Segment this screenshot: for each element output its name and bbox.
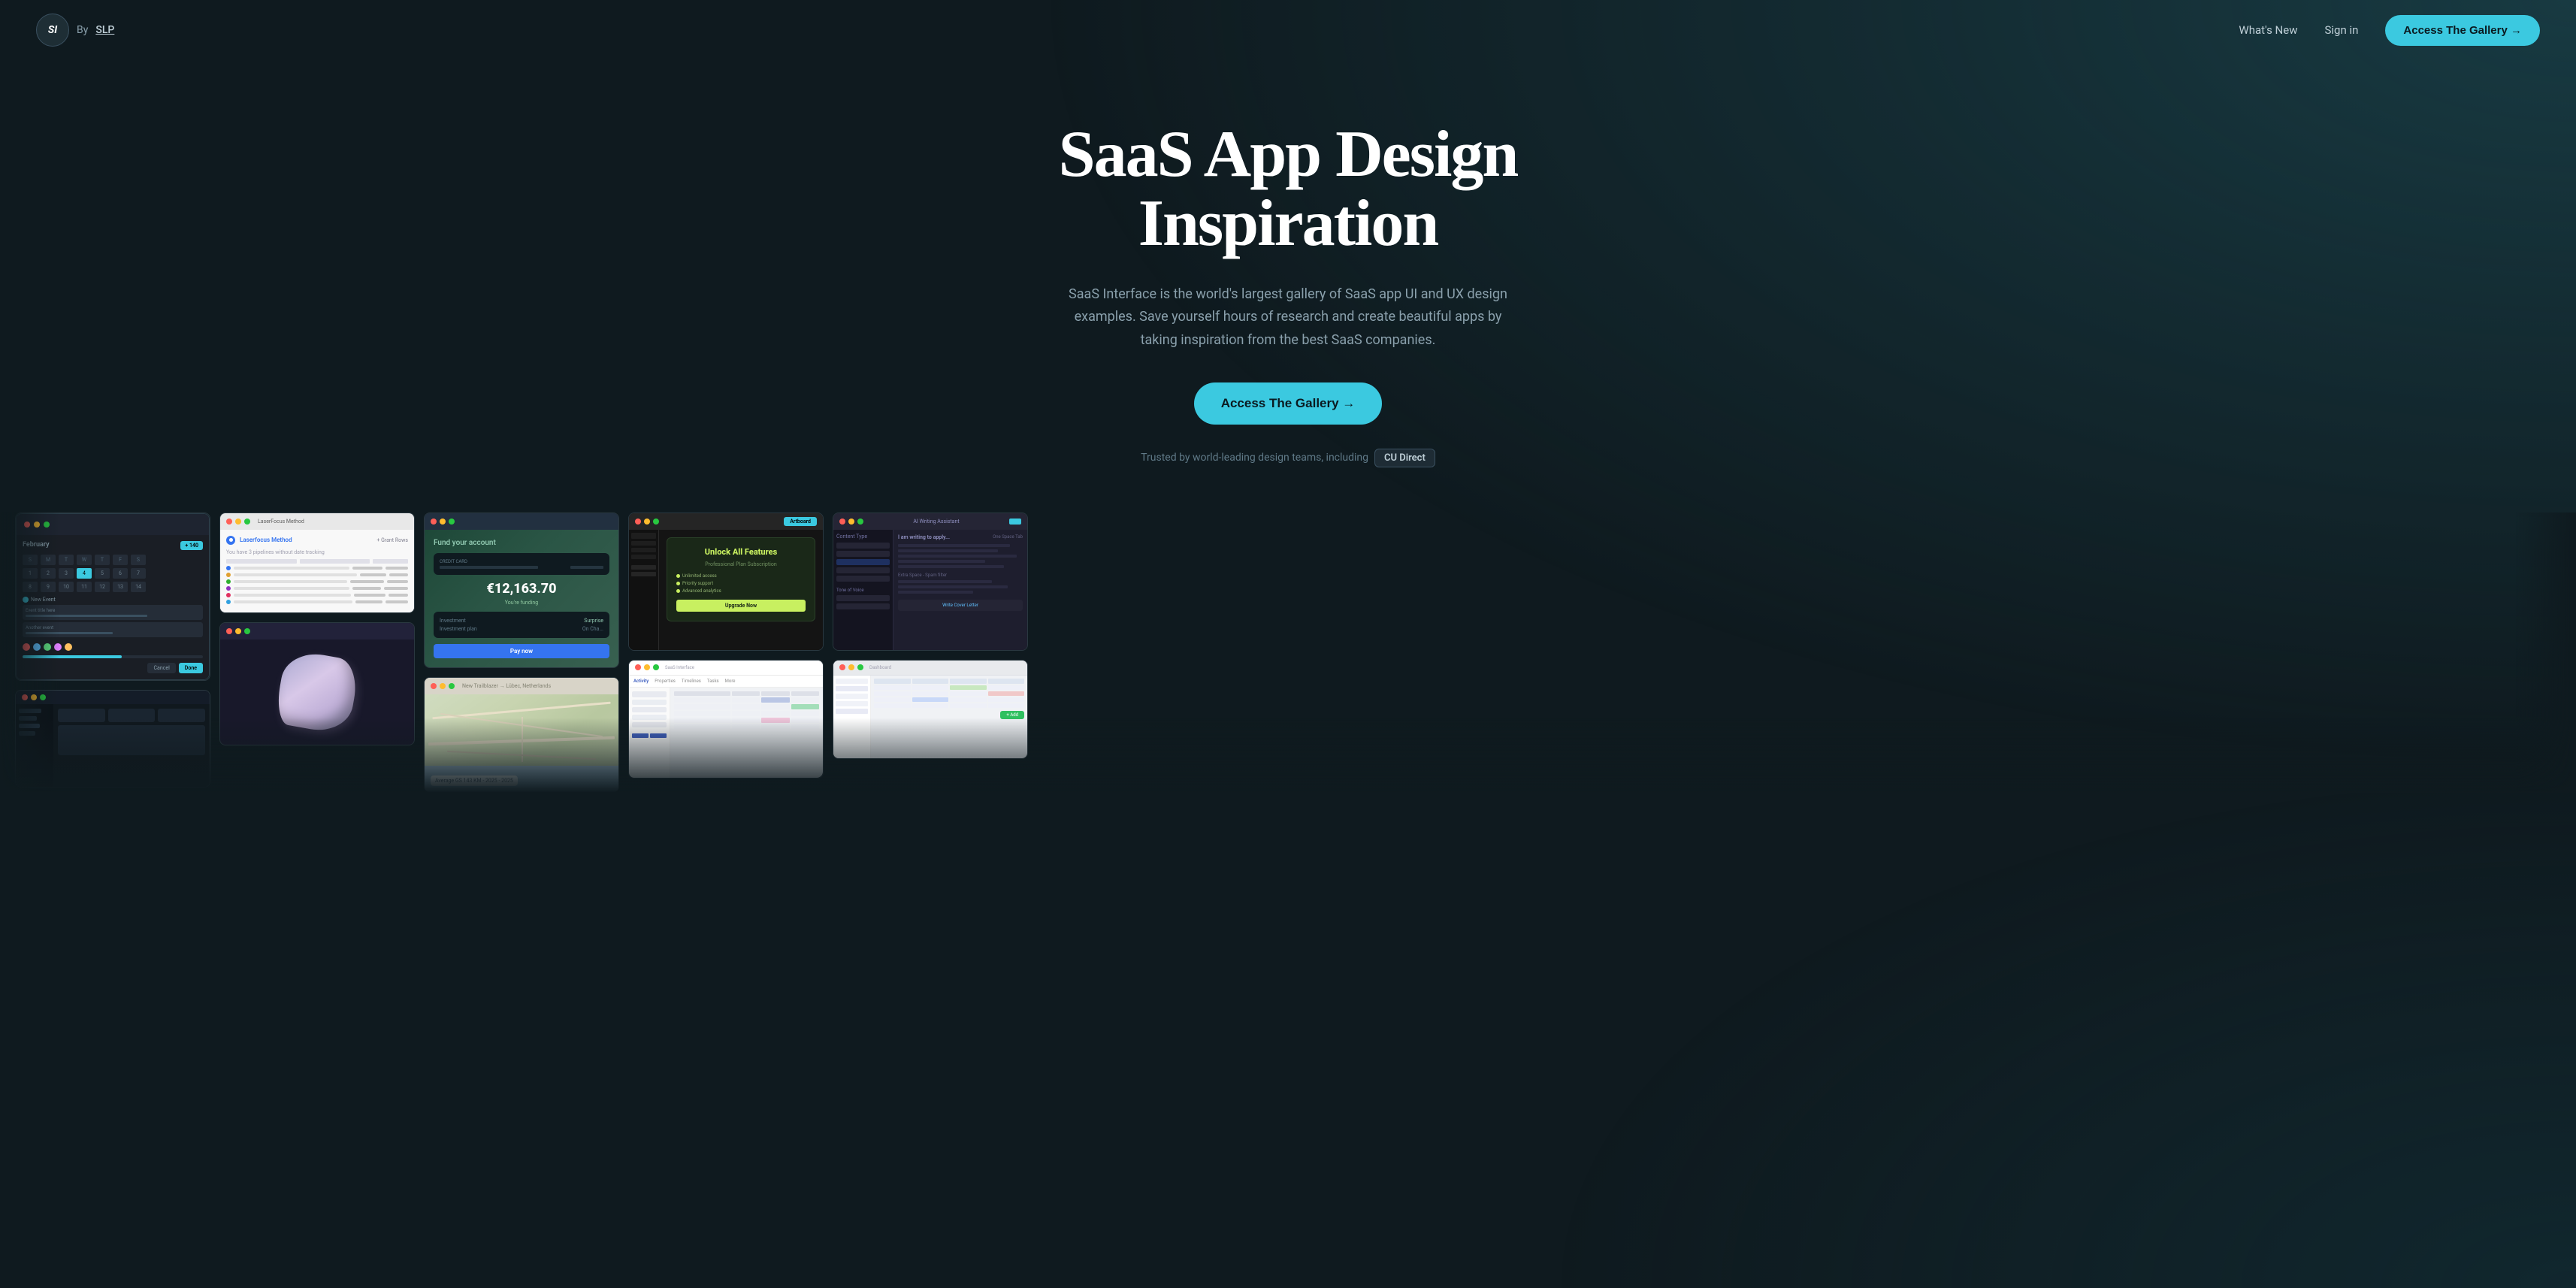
hero-title: SaaS App Design Inspiration [950,120,1626,259]
screenshot-saas-dashboard: SaaS Interface Activity Properties Timel… [628,660,824,779]
nav-links: What's New Sign in Access The Gallery → [2239,15,2540,46]
screenshot-data-table: Dashboard [833,660,1028,759]
screenshot-ai-writing: AI Writing Assistant Content Type [833,512,1028,651]
screenshot-3d-shape [219,622,415,745]
screenshot-col-3: Fund your account CREDIT CARD €12,163. [424,512,619,793]
slp-link[interactable]: SLP [95,24,114,36]
screenshot-laserfocus: LaserFocus Method Laserfocus Method + Gr… [219,512,415,613]
screenshots-wrapper: February + 140 S M T W T F S [0,512,2576,793]
sign-in-link[interactable]: Sign in [2324,23,2358,37]
screenshots-grid: February + 140 S M T W T F S [0,512,2576,793]
logo-icon: SI [36,14,69,47]
screenshot-fund-account: Fund your account CREDIT CARD €12,163. [424,512,619,668]
hero-section: SaaS App Design Inspiration SaaS Interfa… [0,60,2576,497]
screenshots-section: February + 140 S M T W T F S [0,497,2576,793]
logo-area: SI By SLP [36,14,114,47]
hero-access-gallery-button[interactable]: Access The Gallery → [1194,382,1383,425]
screenshot-col-1: February + 140 S M T W T F S [15,512,210,788]
trusted-text: Trusted by world-leading design teams, i… [15,449,2561,467]
screenshot-calendar: February + 140 S M T W T F S [15,512,210,681]
screenshot-col-4: Artboard [628,512,824,779]
by-label: By [77,24,88,36]
navigation: SI By SLP What's New Sign in Access The … [0,0,2576,60]
trusted-brand-badge: CU Direct [1374,449,1435,467]
screenshot-map: New Trailblazer → Lübec, Netherlands [424,677,619,793]
screenshot-col-5: AI Writing Assistant Content Type [833,512,1028,759]
whats-new-link[interactable]: What's New [2239,23,2297,37]
nav-access-gallery-button[interactable]: Access The Gallery → [2385,15,2540,46]
trusted-label: Trusted by world-leading design teams, i… [1141,452,1368,464]
unlock-all-features-text: Unlock All Features [676,547,806,557]
window-dot-yellow [34,522,40,528]
screenshot-col-2: LaserFocus Method Laserfocus Method + Gr… [219,512,415,745]
screenshot-artboard-unlock: Artboard [628,512,824,651]
screenshot-dark-dash [15,690,210,788]
window-dot-red [24,522,30,528]
window-dot-green [44,522,50,528]
hero-subtitle: SaaS Interface is the world's largest ga… [1063,283,1513,352]
